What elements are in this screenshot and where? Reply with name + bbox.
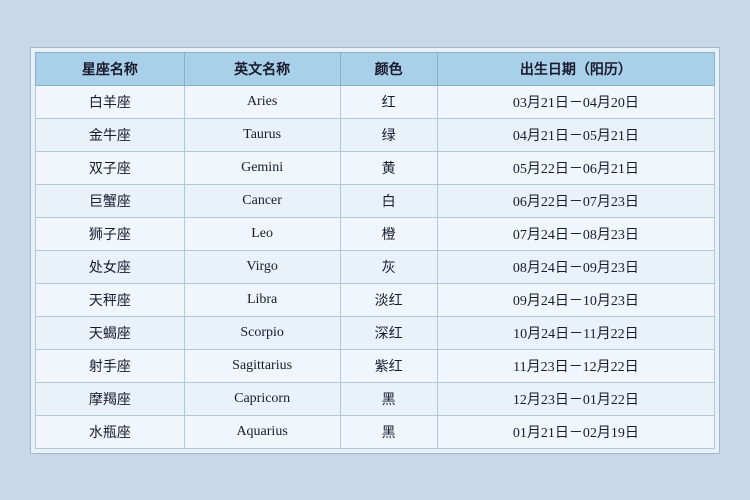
cell-color: 深红 — [340, 316, 437, 349]
cell-chinese-name: 双子座 — [36, 151, 185, 184]
cell-chinese-name: 天蝎座 — [36, 316, 185, 349]
table-row: 巨蟹座Cancer白06月22日－07月23日 — [36, 184, 715, 217]
table-row: 摩羯座Capricorn黑12月23日－01月22日 — [36, 382, 715, 415]
cell-birthdate: 07月24日－08月23日 — [437, 217, 714, 250]
table-row: 水瓶座Aquarius黑01月21日－02月19日 — [36, 415, 715, 448]
cell-color: 黄 — [340, 151, 437, 184]
table-row: 双子座Gemini黄05月22日－06月21日 — [36, 151, 715, 184]
cell-english-name: Taurus — [184, 118, 340, 151]
cell-chinese-name: 狮子座 — [36, 217, 185, 250]
cell-color: 绿 — [340, 118, 437, 151]
table-row: 处女座Virgo灰08月24日－09月23日 — [36, 250, 715, 283]
cell-chinese-name: 摩羯座 — [36, 382, 185, 415]
table-header-row: 星座名称 英文名称 颜色 出生日期（阳历） — [36, 52, 715, 85]
table-row: 金牛座Taurus绿04月21日－05月21日 — [36, 118, 715, 151]
cell-chinese-name: 金牛座 — [36, 118, 185, 151]
header-birthdate: 出生日期（阳历） — [437, 52, 714, 85]
table-body: 白羊座Aries红03月21日－04月20日金牛座Taurus绿04月21日－0… — [36, 85, 715, 448]
cell-birthdate: 11月23日－12月22日 — [437, 349, 714, 382]
cell-color: 红 — [340, 85, 437, 118]
cell-english-name: Aries — [184, 85, 340, 118]
cell-chinese-name: 白羊座 — [36, 85, 185, 118]
table-row: 白羊座Aries红03月21日－04月20日 — [36, 85, 715, 118]
cell-chinese-name: 巨蟹座 — [36, 184, 185, 217]
cell-birthdate: 01月21日－02月19日 — [437, 415, 714, 448]
table-row: 狮子座Leo橙07月24日－08月23日 — [36, 217, 715, 250]
header-chinese-name: 星座名称 — [36, 52, 185, 85]
cell-chinese-name: 天秤座 — [36, 283, 185, 316]
cell-birthdate: 08月24日－09月23日 — [437, 250, 714, 283]
cell-color: 淡红 — [340, 283, 437, 316]
cell-english-name: Gemini — [184, 151, 340, 184]
zodiac-table: 星座名称 英文名称 颜色 出生日期（阳历） 白羊座Aries红03月21日－04… — [35, 52, 715, 449]
cell-english-name: Aquarius — [184, 415, 340, 448]
cell-birthdate: 05月22日－06月21日 — [437, 151, 714, 184]
cell-english-name: Leo — [184, 217, 340, 250]
cell-color: 紫红 — [340, 349, 437, 382]
cell-english-name: Virgo — [184, 250, 340, 283]
cell-chinese-name: 射手座 — [36, 349, 185, 382]
cell-english-name: Cancer — [184, 184, 340, 217]
cell-english-name: Scorpio — [184, 316, 340, 349]
cell-chinese-name: 处女座 — [36, 250, 185, 283]
cell-birthdate: 12月23日－01月22日 — [437, 382, 714, 415]
table-row: 天蝎座Scorpio深红10月24日－11月22日 — [36, 316, 715, 349]
cell-birthdate: 09月24日－10月23日 — [437, 283, 714, 316]
cell-english-name: Capricorn — [184, 382, 340, 415]
zodiac-table-container: 星座名称 英文名称 颜色 出生日期（阳历） 白羊座Aries红03月21日－04… — [30, 47, 720, 454]
cell-english-name: Libra — [184, 283, 340, 316]
header-english-name: 英文名称 — [184, 52, 340, 85]
cell-birthdate: 10月24日－11月22日 — [437, 316, 714, 349]
cell-chinese-name: 水瓶座 — [36, 415, 185, 448]
cell-color: 黑 — [340, 415, 437, 448]
cell-english-name: Sagittarius — [184, 349, 340, 382]
table-row: 天秤座Libra淡红09月24日－10月23日 — [36, 283, 715, 316]
cell-color: 橙 — [340, 217, 437, 250]
table-row: 射手座Sagittarius紫红11月23日－12月22日 — [36, 349, 715, 382]
cell-color: 黑 — [340, 382, 437, 415]
cell-color: 白 — [340, 184, 437, 217]
header-color: 颜色 — [340, 52, 437, 85]
cell-birthdate: 04月21日－05月21日 — [437, 118, 714, 151]
cell-color: 灰 — [340, 250, 437, 283]
cell-birthdate: 03月21日－04月20日 — [437, 85, 714, 118]
cell-birthdate: 06月22日－07月23日 — [437, 184, 714, 217]
